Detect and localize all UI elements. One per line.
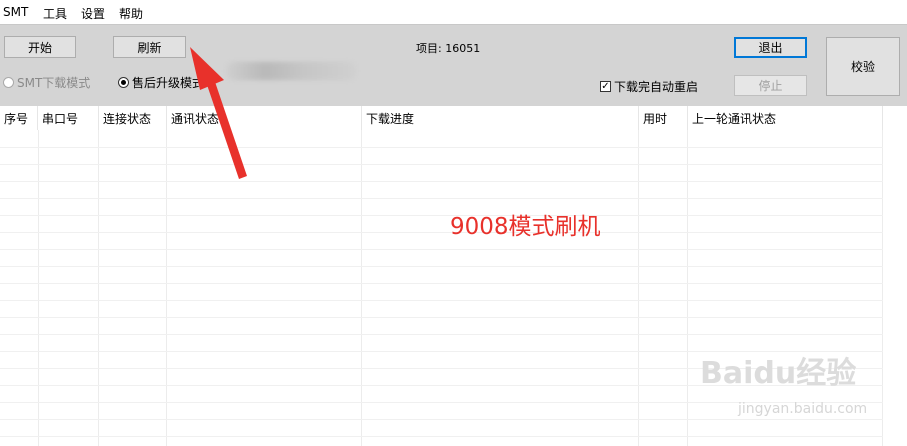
baidu-logo-watermark: Baidu经验 — [700, 356, 857, 391]
arrow-shaft — [204, 73, 247, 179]
watermark-url: jingyan.baidu.com — [738, 401, 868, 417]
annotation-text: 9008模式刷机 — [450, 214, 601, 240]
arrow-head-icon — [190, 47, 224, 90]
